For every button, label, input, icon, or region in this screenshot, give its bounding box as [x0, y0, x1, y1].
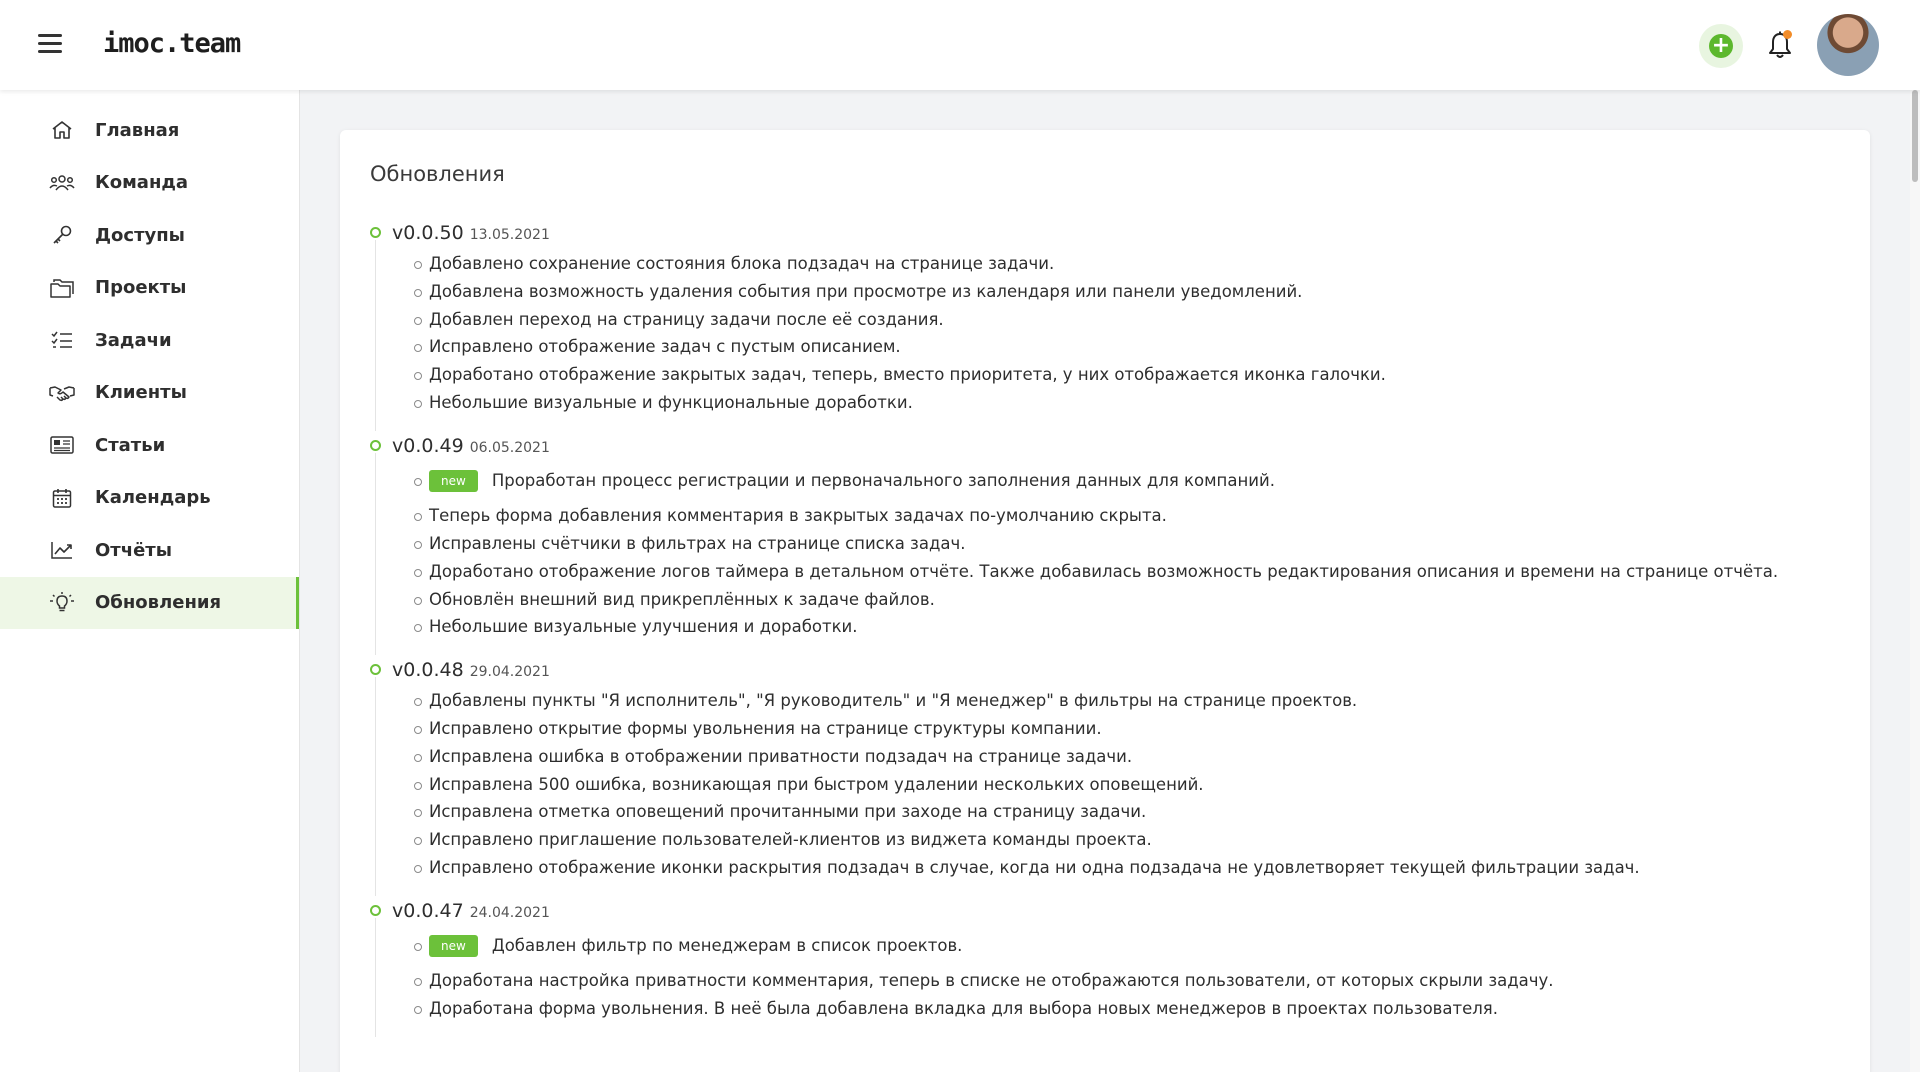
- top-header: imoc.team +: [0, 0, 1920, 90]
- version-entry: v0.0.50 13.05.2021 Добавлено сохранение со…: [370, 222, 1840, 431]
- add-button[interactable]: +: [1699, 24, 1743, 68]
- sidebar-item-label: Статьи: [95, 434, 166, 456]
- home-icon: [49, 119, 75, 141]
- list-item: Исправлено приглашение пользователей-кли…: [392, 826, 1840, 854]
- timeline-marker: [370, 439, 381, 451]
- sidebar-item-clients[interactable]: Клиенты: [0, 367, 299, 420]
- changes-list: new Добавлен фильтр по менеджерам в списо…: [392, 928, 1840, 1023]
- sidebar-item-tasks[interactable]: Задачи: [0, 314, 299, 367]
- version-header: v0.0.47 24.04.2021: [392, 900, 1840, 924]
- version-number: v0.0.50: [392, 222, 464, 244]
- list-item: Добавлен переход на страницу задачи посл…: [392, 306, 1840, 334]
- sidebar-item-team[interactable]: Команда: [0, 157, 299, 210]
- list-item: Исправлено отображение задач с пустым оп…: [392, 333, 1840, 361]
- sidebar-item-calendar[interactable]: Календарь: [0, 472, 299, 525]
- sidebar-item-access[interactable]: Доступы: [0, 209, 299, 262]
- version-header: v0.0.48 29.04.2021: [392, 659, 1840, 683]
- version-header: v0.0.50 13.05.2021: [392, 222, 1840, 246]
- list-item: Обновлён внешний вид прикреплённых к зад…: [392, 586, 1840, 614]
- sidebar-item-label: Календарь: [95, 487, 211, 509]
- chart-icon: [49, 539, 75, 561]
- sidebar: Главная Команда Доступы Проекты Задачи К…: [0, 90, 300, 1072]
- sidebar-item-label: Команда: [95, 172, 189, 194]
- list-item: Добавлено сохранение состояния блока под…: [392, 250, 1840, 278]
- list-item: Доработана настройка приватности коммент…: [392, 967, 1840, 995]
- sidebar-item-articles[interactable]: Статьи: [0, 419, 299, 472]
- list-item: new Добавлен фильтр по менеджерам в списо…: [392, 928, 1840, 965]
- sidebar-item-label: Обновления: [95, 592, 222, 614]
- hamburger-menu-icon[interactable]: [38, 34, 62, 54]
- version-number: v0.0.49: [392, 434, 464, 457]
- change-text: Проработан процесс регистрации и первона…: [491, 470, 1275, 490]
- list-item: Исправлена отметка оповещений прочитанны…: [392, 798, 1840, 826]
- sidebar-item-label: Задачи: [95, 329, 172, 351]
- version-header: v0.0.49 06.05.2021: [392, 435, 1840, 459]
- version-entry: v0.0.48 29.04.2021 Добавлены пункты "Я исп…: [370, 659, 1840, 896]
- version-date: 29.04.2021: [469, 664, 550, 681]
- user-avatar[interactable]: [1817, 14, 1879, 76]
- sidebar-item-label: Проекты: [95, 277, 187, 299]
- list-item: Доработано отображение логов таймера в д…: [392, 558, 1840, 586]
- changes-list: Добавлено сохранение состояния блока под…: [392, 250, 1840, 417]
- version-date: 24.04.2021: [469, 904, 550, 921]
- scrollbar-thumb[interactable]: [1912, 90, 1918, 182]
- new-badge: new: [429, 470, 478, 493]
- page-title: Обновления: [370, 162, 505, 186]
- sidebar-item-projects[interactable]: Проекты: [0, 262, 299, 315]
- list-item: new Проработан процесс регистрации и перв…: [392, 463, 1840, 500]
- versions-timeline: v0.0.50 13.05.2021 Добавлено сохранение со…: [370, 222, 1840, 1041]
- timeline-marker: [370, 904, 381, 916]
- changes-list: Добавлены пункты "Я исполнитель", "Я рук…: [392, 687, 1840, 882]
- sidebar-item-label: Клиенты: [95, 382, 187, 404]
- version-date: 13.05.2021: [469, 227, 550, 243]
- list-item: Исправлено отображение иконки раскрытия …: [392, 854, 1840, 882]
- list-item: Исправлены счётчики в фильтрах на страни…: [392, 530, 1840, 558]
- list-item: Исправлена 500 ошибка, возникающая при б…: [392, 771, 1840, 799]
- notification-dot: [1783, 30, 1792, 39]
- list-item: Исправлена ошибка в отображении приватно…: [392, 743, 1840, 771]
- lightbulb-icon: [49, 591, 75, 614]
- sidebar-item-home[interactable]: Главная: [0, 104, 299, 157]
- new-badge: new: [429, 935, 478, 958]
- list-item: Теперь форма добавления комментария в за…: [392, 502, 1840, 530]
- version-date: 06.05.2021: [469, 439, 550, 456]
- list-item: Доработана форма увольнения. В неё была …: [392, 995, 1840, 1023]
- sidebar-item-label: Отчёты: [95, 539, 173, 561]
- sidebar-item-reports[interactable]: Отчёты: [0, 524, 299, 577]
- version-entry: v0.0.47 24.04.2021 new Добавлен фильтр по м…: [370, 900, 1840, 1038]
- sidebar-item-label: Доступы: [95, 224, 185, 246]
- page-scrollbar[interactable]: [1910, 90, 1920, 1072]
- list-item: Добавлена возможность удаления события п…: [392, 278, 1840, 306]
- changes-list: new Проработан процесс регистрации и перв…: [392, 463, 1840, 641]
- version-number: v0.0.47: [392, 899, 464, 922]
- app-logo[interactable]: imoc.team: [103, 28, 241, 59]
- timeline-marker: [370, 664, 381, 676]
- key-icon: [49, 224, 75, 246]
- list-item: Небольшие визуальные и функциональные до…: [392, 389, 1840, 417]
- updates-card: Обновления v0.0.50 13.05.2021 Добавлено со…: [340, 130, 1870, 1072]
- version-entry: v0.0.49 06.05.2021 new Проработан процесс р…: [370, 435, 1840, 656]
- calendar-icon: [49, 487, 75, 509]
- list-item: Небольшие визуальные улучшения и доработ…: [392, 613, 1840, 641]
- list-item: Исправлено открытие формы увольнения на …: [392, 715, 1840, 743]
- notifications-button[interactable]: [1766, 30, 1794, 60]
- change-text: Добавлен фильтр по менеджерам в список п…: [491, 935, 963, 955]
- handshake-icon: [49, 382, 75, 404]
- sidebar-item-label: Главная: [95, 119, 180, 141]
- version-number: v0.0.48: [392, 659, 464, 682]
- team-icon: [49, 172, 75, 194]
- newspaper-icon: [49, 434, 75, 456]
- folder-icon: [49, 277, 75, 299]
- timeline-marker: [370, 227, 381, 238]
- list-item: Доработано отображение закрытых задач, т…: [392, 361, 1840, 389]
- plus-icon: +: [1709, 34, 1733, 58]
- tasks-list-icon: [49, 329, 75, 351]
- sidebar-item-updates[interactable]: Обновления: [0, 576, 299, 629]
- list-item: Добавлены пункты "Я исполнитель", "Я рук…: [392, 687, 1840, 715]
